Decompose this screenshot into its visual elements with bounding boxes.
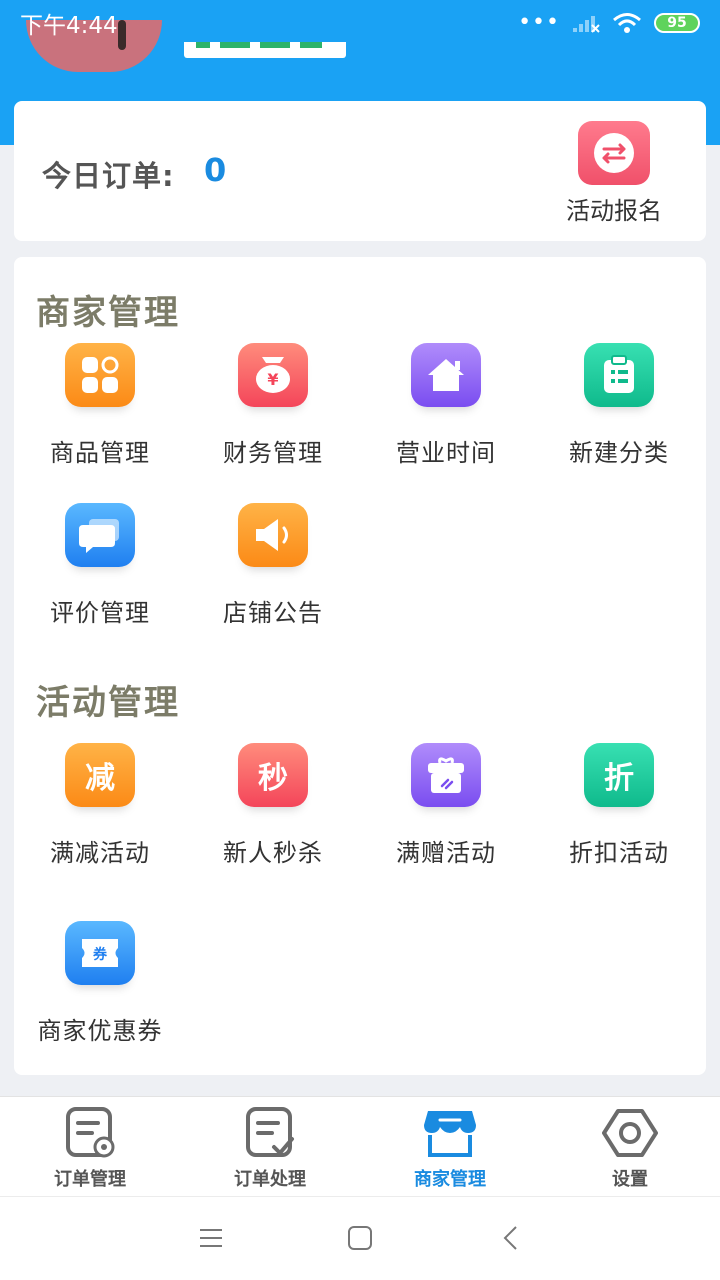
activity-signup-label: 活动报名 (566, 197, 662, 225)
money-bag-icon: ¥ (238, 343, 308, 407)
grid-item-label: 折扣活动 (569, 839, 669, 867)
system-navigation-bar (0, 1196, 720, 1280)
order-check-icon (246, 1107, 294, 1157)
discount-icon: 减 (65, 743, 135, 807)
grid-item-label: 商家优惠券 (37, 1017, 163, 1045)
nav-merchant-management[interactable]: 商家管理 (360, 1097, 540, 1196)
discount-activity-button[interactable]: 折 折扣活动 (533, 743, 705, 883)
coupon-icon: 券 (65, 921, 135, 985)
battery-indicator: 95 (654, 13, 700, 33)
clipboard-icon (584, 343, 654, 407)
chat-bubble-icon (65, 503, 135, 567)
activity-signup-button[interactable]: 活动报名 (554, 121, 674, 231)
order-settings-icon (66, 1107, 115, 1158)
status-time: 下午4:44 (20, 13, 118, 39)
nav-order-management[interactable]: 订单管理 (0, 1097, 180, 1196)
more-dots-icon: ••• (518, 10, 560, 35)
gift-box-icon (411, 743, 481, 807)
merchant-coupon-button[interactable]: 券 商家优惠券 (14, 921, 186, 1061)
status-bar: 下午4:44 ••• 95 (0, 0, 720, 46)
flash-sale-icon: 秒 (238, 743, 308, 807)
nav-label: 订单管理 (54, 1169, 126, 1190)
bottom-navigation: 订单管理 订单处理 商家管理 设置 (0, 1096, 720, 1196)
newcomer-flash-sale-button[interactable]: 秒 新人秒杀 (187, 743, 359, 883)
storefront-icon (424, 1111, 476, 1157)
store-notice-button[interactable]: 店铺公告 (187, 503, 359, 643)
today-orders-count: 0 (204, 151, 227, 189)
grid-item-label: 店铺公告 (223, 599, 323, 627)
coupon-glyph: 券 (93, 946, 108, 963)
grid-item-label: 商品管理 (50, 439, 150, 467)
gift-activity-button[interactable]: 满赠活动 (360, 743, 532, 883)
grid-item-label: 满赠活动 (396, 839, 496, 867)
nav-label: 设置 (612, 1169, 648, 1190)
activity-section-title: 活动管理 (36, 683, 180, 723)
product-management-button[interactable]: 商品管理 (14, 343, 186, 483)
back-icon[interactable] (496, 1223, 526, 1253)
house-icon (411, 343, 481, 407)
wifi-icon (613, 13, 641, 33)
menu-icon[interactable] (196, 1223, 226, 1253)
management-card: 商家管理 商品管理 ¥ 财务管理 营业时间 新建分类 评价管理 店铺公告 活动管… (14, 257, 706, 1075)
review-management-button[interactable]: 评价管理 (14, 503, 186, 643)
grid-item-label: 财务管理 (223, 439, 323, 467)
grid-item-label: 新建分类 (569, 439, 669, 467)
nav-order-processing[interactable]: 订单处理 (180, 1097, 360, 1196)
merchant-section-title: 商家管理 (36, 293, 180, 333)
nav-label: 订单处理 (234, 1169, 306, 1190)
grid-item-label: 新人秒杀 (223, 839, 323, 867)
swap-arrows-icon (578, 121, 650, 185)
nav-label: 商家管理 (414, 1169, 486, 1190)
grid-item-label: 评价管理 (50, 599, 150, 627)
grid-item-label: 满减活动 (50, 839, 150, 867)
grid-item-label: 营业时间 (396, 439, 496, 467)
today-orders-label: 今日订单: (42, 159, 175, 193)
business-hours-button[interactable]: 营业时间 (360, 343, 532, 483)
full-reduction-button[interactable]: 减 满减活动 (14, 743, 186, 883)
grid-apps-icon (65, 343, 135, 407)
hex-gear-icon (602, 1109, 658, 1157)
new-category-button[interactable]: 新建分类 (533, 343, 705, 483)
svg-text:¥: ¥ (267, 370, 278, 389)
speaker-icon (238, 503, 308, 567)
signal-icon (573, 16, 600, 33)
today-orders-card: 今日订单: 0 活动报名 (14, 101, 706, 241)
discount-tag-icon: 折 (584, 743, 654, 807)
home-icon[interactable] (345, 1223, 375, 1253)
finance-management-button[interactable]: ¥ 财务管理 (187, 343, 359, 483)
nav-settings[interactable]: 设置 (540, 1097, 720, 1196)
